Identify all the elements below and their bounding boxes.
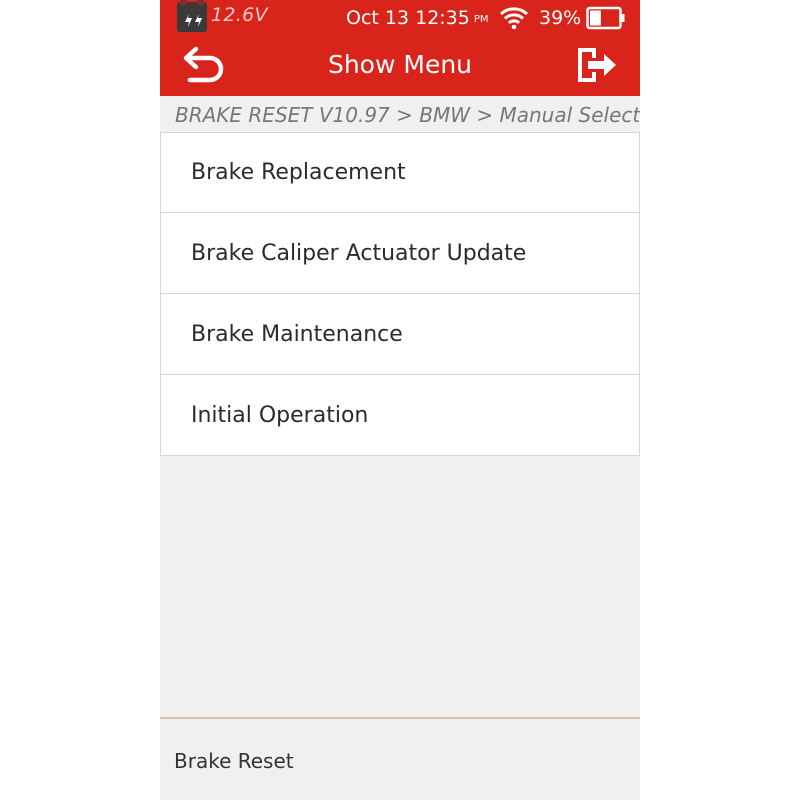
phone-battery-icon [586, 6, 625, 30]
breadcrumb: BRAKE RESET V10.97 > BMW > Manual Select [175, 103, 640, 127]
app-screen: 12.6V Oct 13 12:35 PM 39% Show Menu BRAK… [160, 0, 640, 800]
menu-item-initial-operation[interactable]: Initial Operation [160, 375, 640, 456]
menu-item-brake-maintenance[interactable]: Brake Maintenance [160, 294, 640, 375]
vehicle-battery-icon [177, 0, 207, 32]
battery-percent: 39% [539, 7, 582, 29]
menu-list: Brake Replacement Brake Caliper Actuator… [160, 132, 640, 456]
exit-button[interactable] [572, 44, 620, 86]
exit-icon [578, 48, 616, 82]
wifi-icon [499, 7, 529, 30]
ampm-indicator: PM [473, 14, 489, 25]
date-time: Oct 13 12:35 [346, 7, 470, 29]
footer-label: Brake Reset [174, 749, 294, 773]
footer-divider [160, 717, 640, 719]
status-clock: Oct 13 12:35 PM [346, 7, 489, 29]
voltage-readout: 12.6V [211, 4, 268, 26]
page-title: Show Menu [327, 50, 473, 79]
header-bar: 12.6V Oct 13 12:35 PM 39% Show Menu [160, 0, 640, 96]
menu-item-brake-replacement[interactable]: Brake Replacement [160, 132, 640, 213]
status-bar: 12.6V Oct 13 12:35 PM 39% [160, 0, 640, 38]
menu-item-brake-caliper-actuator-update[interactable]: Brake Caliper Actuator Update [160, 213, 640, 294]
